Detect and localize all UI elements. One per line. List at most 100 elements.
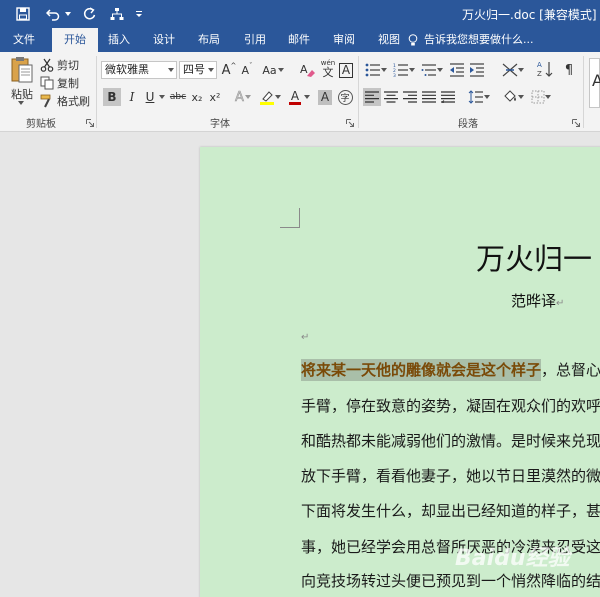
font-color-bar xyxy=(289,101,301,105)
customize-toolbar-button[interactable] xyxy=(132,3,146,25)
bullets-button[interactable] xyxy=(363,61,389,79)
author-text: 范晔译 xyxy=(511,292,557,310)
character-shading-button[interactable]: A xyxy=(317,88,333,106)
clipboard-launcher-icon[interactable] xyxy=(86,119,94,127)
undo-icon xyxy=(46,9,60,21)
underline-icon: U xyxy=(145,90,155,104)
document-author[interactable]: 范晔译↵ xyxy=(511,290,564,311)
body-line-3[interactable]: 和酷热都未能减弱他们的激情。是时候来兑现 xyxy=(301,431,600,451)
increase-indent-button[interactable] xyxy=(468,61,486,79)
shrink-font-button[interactable]: Aˇ xyxy=(239,61,255,79)
tab-file[interactable]: 文件 xyxy=(4,28,44,52)
bullet-list-icon xyxy=(365,63,380,77)
undo-dropdown-button[interactable] xyxy=(64,3,72,25)
tab-mailings[interactable]: 邮件 xyxy=(280,28,318,52)
justify-button[interactable] xyxy=(420,88,438,106)
caret-up-icon: ^ xyxy=(230,62,237,70)
redo-button[interactable] xyxy=(78,3,100,25)
tab-layout[interactable]: 布局 xyxy=(190,28,228,52)
increase-indent-icon xyxy=(470,63,484,77)
chevron-down-icon xyxy=(244,95,251,99)
eraser-icon: A xyxy=(300,63,315,77)
font-separator xyxy=(358,56,359,128)
tab-review[interactable]: 审阅 xyxy=(325,28,363,52)
body-line-1[interactable]: 将来某一天他的雕像就会是这个样子，总督心 xyxy=(301,359,600,381)
bold-button[interactable]: B xyxy=(103,88,121,106)
font-name-dropdown[interactable]: 微软雅黑 xyxy=(101,61,177,79)
font-size-dropdown[interactable]: 四号 xyxy=(179,61,217,79)
numbered-list-icon: 123 xyxy=(393,63,408,77)
borders-button[interactable] xyxy=(528,88,554,106)
show-marks-button[interactable]: ¶ xyxy=(560,61,578,79)
decrease-indent-button[interactable] xyxy=(448,61,466,79)
tell-me-box[interactable]: 告诉我您想要做什么... xyxy=(408,28,534,52)
italic-icon: I xyxy=(129,90,135,104)
character-border-button[interactable]: A xyxy=(338,61,354,79)
lightbulb-icon xyxy=(408,34,418,46)
cut-button[interactable]: 剪切 xyxy=(40,57,90,73)
character-shading-icon: A xyxy=(318,89,332,105)
phonetic-guide-button[interactable]: wén 文 xyxy=(318,59,338,79)
tree-button[interactable] xyxy=(106,3,128,25)
italic-button[interactable]: I xyxy=(123,88,141,106)
selected-text[interactable]: 将来某一天他的雕像就会是这个样子 xyxy=(301,359,542,381)
font-launcher-icon[interactable] xyxy=(346,119,354,127)
save-icon xyxy=(16,7,30,21)
copy-button[interactable]: 复制 xyxy=(40,75,90,91)
paragraph-launcher-icon[interactable] xyxy=(572,119,580,127)
highlight-button[interactable] xyxy=(258,88,282,106)
styles-gallery[interactable]: A xyxy=(589,58,600,108)
font-group-label: 字体 xyxy=(210,119,230,130)
grow-font-button[interactable]: A ^ xyxy=(221,61,237,79)
body-line-2[interactable]: 手臂，停在致意的姿势，凝固在观众们的欢呼 xyxy=(301,396,600,416)
enclose-characters-button[interactable]: 字 xyxy=(336,88,354,106)
sort-button[interactable]: AZ xyxy=(536,59,554,79)
clear-formatting-button[interactable]: A xyxy=(298,61,316,79)
font-color-icon: A xyxy=(290,88,300,103)
font-color-dropdown-button[interactable] xyxy=(303,88,311,106)
tab-home[interactable]: 开始 xyxy=(52,28,98,52)
tab-insert[interactable]: 插入 xyxy=(100,28,138,52)
borders-icon xyxy=(531,90,545,104)
chevron-down-icon xyxy=(518,95,524,99)
distributed-icon xyxy=(441,91,455,103)
align-right-button[interactable] xyxy=(401,88,419,106)
underline-button[interactable]: U xyxy=(142,88,158,106)
body-line-5[interactable]: 下面将发生什么，却显出已经知道的样子，甚 xyxy=(301,501,600,521)
font-size-value: 四号 xyxy=(183,63,205,76)
paragraph-shading-button[interactable] xyxy=(500,88,526,106)
document-heading[interactable]: 万火归一 xyxy=(476,236,592,278)
paste-dropdown-button[interactable] xyxy=(14,98,28,108)
change-case-button[interactable]: Aa xyxy=(261,61,285,79)
redo-icon xyxy=(83,7,96,20)
strikethrough-button[interactable]: abc xyxy=(168,88,188,106)
underline-dropdown-button[interactable] xyxy=(158,88,166,106)
line-text: 下面将发生什么，却显出已经知道的样子，甚 xyxy=(301,502,600,520)
customize-icon xyxy=(136,11,142,17)
sort-icon: AZ xyxy=(537,61,553,78)
align-center-button[interactable] xyxy=(382,88,400,106)
format-painter-button[interactable]: 格式刷 xyxy=(40,93,92,109)
superscript-button[interactable]: x² xyxy=(207,88,223,106)
line-spacing-button[interactable] xyxy=(466,88,492,106)
subscript-button[interactable]: x₂ xyxy=(189,88,205,106)
superscript-icon: x² xyxy=(209,90,221,104)
numbering-button[interactable]: 123 xyxy=(391,61,417,79)
line-text: 放下手臂，看看他妻子，她以节日里漠然的微 xyxy=(301,467,600,485)
tab-view[interactable]: 视图 xyxy=(370,28,408,52)
multilevel-list-button[interactable] xyxy=(419,61,445,79)
svg-text:3: 3 xyxy=(393,73,396,77)
tab-design[interactable]: 设计 xyxy=(145,28,183,52)
align-left-button[interactable] xyxy=(363,88,381,106)
svg-text:Z: Z xyxy=(537,70,542,78)
undo-button[interactable] xyxy=(42,3,64,25)
distributed-button[interactable] xyxy=(439,88,457,106)
chinese-layout-button[interactable] xyxy=(500,61,526,79)
text-effects-button[interactable]: A xyxy=(232,88,254,106)
save-button[interactable] xyxy=(12,3,34,25)
ribbon-tabs: 文件 开始 插入 设计 布局 引用 邮件 审阅 视图 告诉我您想要做什么... xyxy=(0,28,600,52)
tree-icon xyxy=(110,8,124,20)
body-line-4[interactable]: 放下手臂，看看他妻子，她以节日里漠然的微 xyxy=(301,466,600,486)
body-line-7[interactable]: 向竞技场转过头便已预见到一个悄然降临的结 xyxy=(301,571,600,591)
tab-references[interactable]: 引用 xyxy=(236,28,274,52)
